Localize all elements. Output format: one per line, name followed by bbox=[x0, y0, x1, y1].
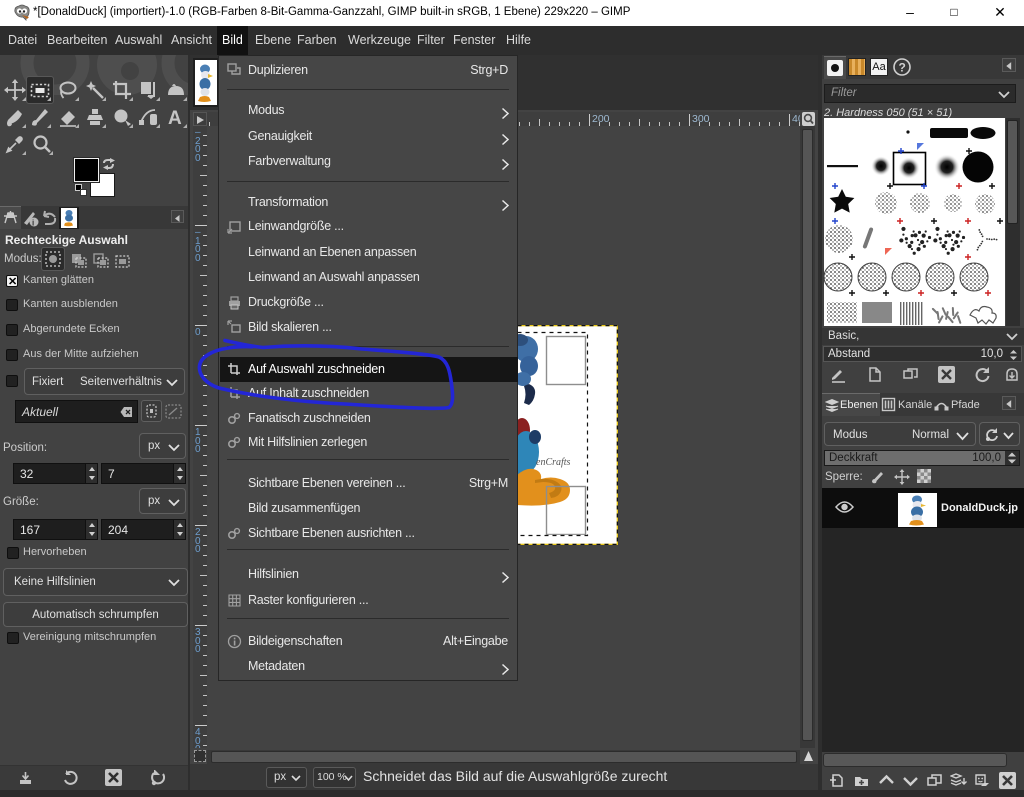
svg-text:i: i bbox=[32, 219, 34, 228]
svg-text:enCrafts: enCrafts bbox=[536, 457, 571, 468]
svg-text:?: ? bbox=[899, 61, 906, 75]
svg-text:A: A bbox=[168, 108, 182, 128]
